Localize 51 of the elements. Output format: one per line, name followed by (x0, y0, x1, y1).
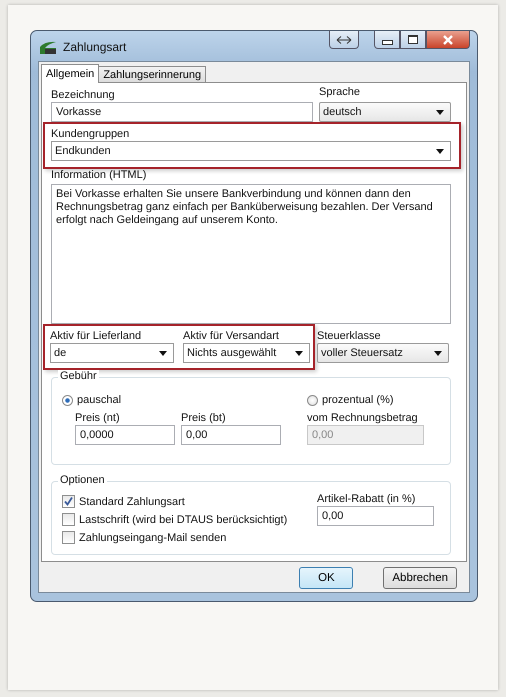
checkbox-label: Zahlungseingang-Mail senden (79, 532, 226, 544)
minimize-button[interactable] (374, 31, 400, 49)
checkbox[interactable] (62, 495, 75, 508)
checkbox-label: Standard Zahlungsart (79, 496, 185, 508)
field-label: Artikel-Rabatt (in %) (317, 493, 416, 506)
dropdown[interactable]: de (50, 343, 174, 363)
field-label: Information (HTML) (51, 169, 148, 182)
caret-icon (159, 351, 167, 356)
wallet-icon (39, 41, 57, 55)
tab[interactable]: Zahlungserinnerung (98, 66, 206, 82)
tab[interactable]: Allgemein (41, 64, 100, 83)
field-label: Kundengruppen (51, 128, 130, 141)
checkbox[interactable] (62, 531, 75, 544)
information-text-area[interactable]: Bei Vorkasse erhalten Sie unsere Bankverbindung und können dann den Rechnungsbetrag ganz einfach per Banküberweisung bezahlen. Der Versand erfolgt nach Geldeingang auf unserem Konto. (51, 184, 451, 324)
customer-group-dropdown[interactable]: Endkunden (51, 141, 451, 161)
checkmark-icon (63, 496, 74, 507)
name-field[interactable]: Vorkasse (51, 102, 313, 122)
field-label: Steuerklasse (317, 330, 382, 343)
maximize-button[interactable] (400, 31, 426, 49)
discount-field[interactable]: 0,00 (317, 506, 434, 526)
price-field[interactable]: 0,0000 (75, 425, 175, 445)
dropdown[interactable]: Nichts ausgewählt (183, 343, 310, 363)
caret-icon (434, 351, 442, 356)
field-label: Preis (nt) (75, 412, 121, 425)
field-label: Aktiv für Versandart (183, 330, 280, 343)
window-title: Zahlungsart (63, 40, 126, 54)
field-label: Aktiv für Lieferland (50, 330, 142, 343)
caret-icon (436, 149, 444, 154)
close-button[interactable] (426, 31, 470, 49)
field-label: Bezeichnung (51, 89, 116, 102)
field-label: Sprache (319, 86, 361, 99)
ok-button[interactable]: OK (299, 567, 354, 590)
checkbox-label: Lastschrift (wird bei DTAUS berücksichtigt) (79, 514, 288, 526)
price-field[interactable]: 0,00 (181, 425, 281, 445)
tax-class-dropdown[interactable]: voller Steuersatz (317, 343, 449, 363)
radio-button[interactable] (62, 394, 73, 406)
close-icon (442, 34, 454, 44)
field-label: vom Rechnungsbetrag (307, 412, 419, 425)
group-title: Optionen (58, 474, 107, 486)
field-label: Preis (bt) (181, 412, 227, 425)
cancel-button[interactable]: Abbrechen (383, 567, 457, 590)
group-title: Gebühr (58, 370, 99, 382)
double-arrow-icon (336, 36, 352, 44)
resize-button[interactable] (329, 31, 359, 49)
checkbox[interactable] (62, 513, 75, 526)
radio-label: pauschal (77, 394, 122, 406)
radio-button[interactable] (307, 394, 318, 406)
language-dropdown[interactable]: deutsch (319, 102, 451, 122)
caret-icon (295, 351, 303, 356)
caret-icon (436, 110, 444, 115)
radio-label: prozentual (%) (322, 394, 394, 406)
